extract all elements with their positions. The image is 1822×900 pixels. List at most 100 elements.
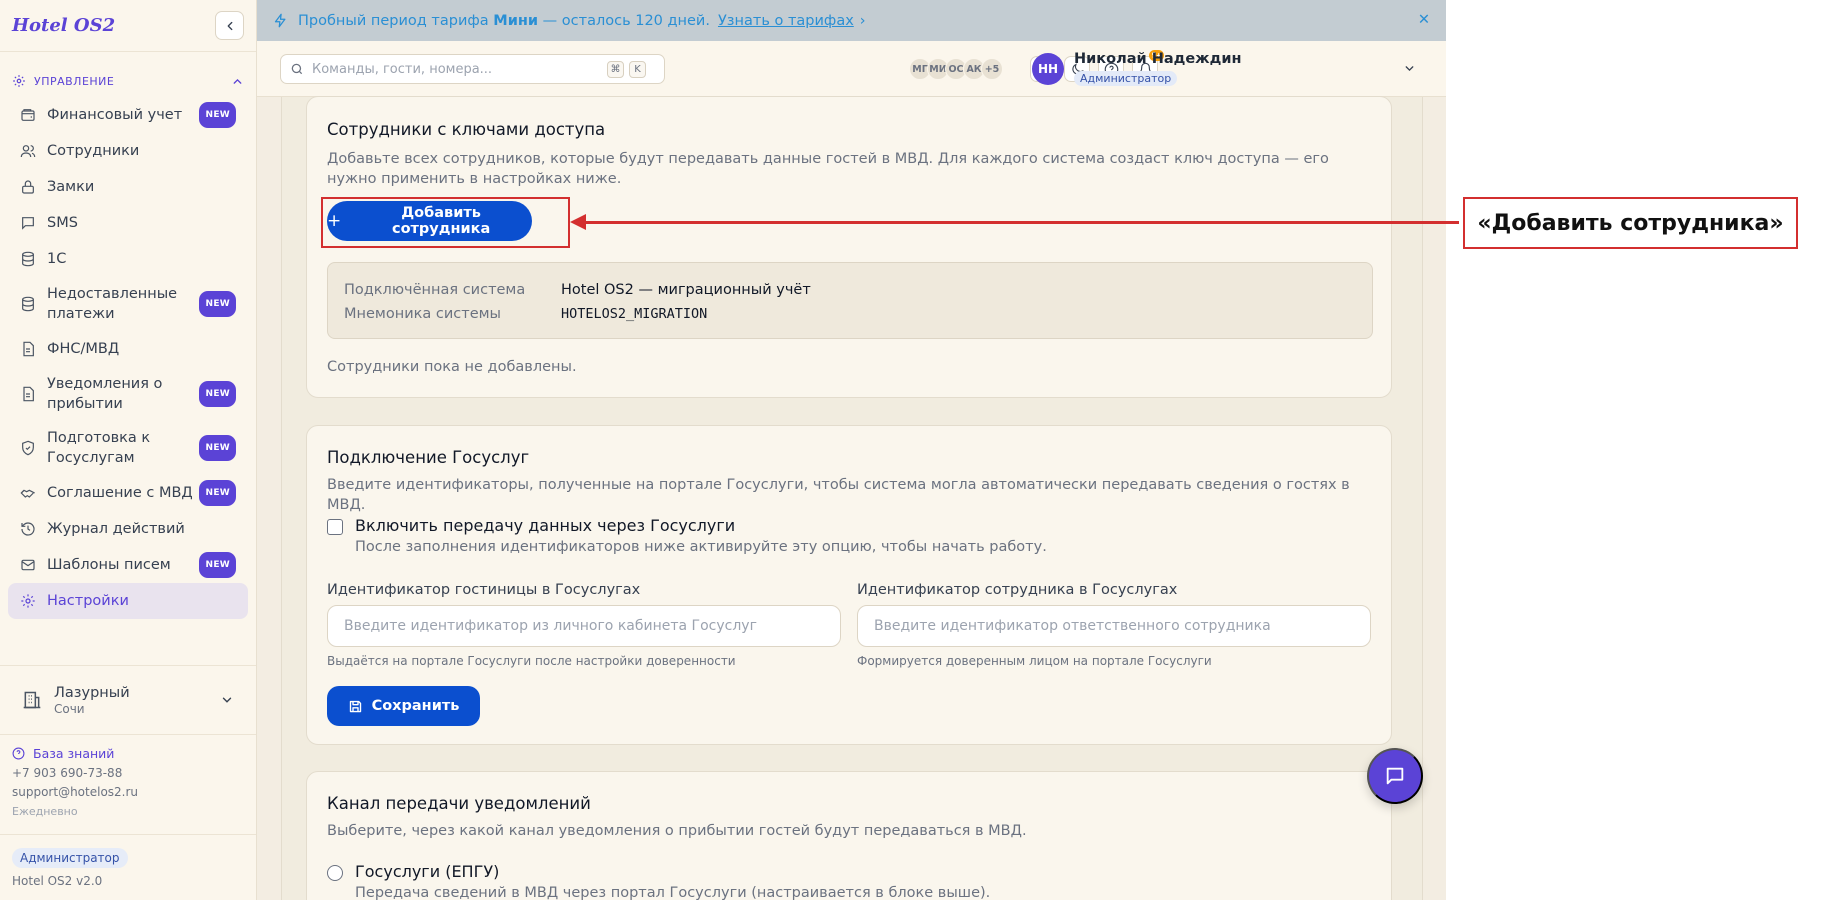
sidebar-item-settings[interactable]: Настройки (8, 583, 248, 619)
system-row-value: HOTELOS2_MIGRATION (561, 306, 708, 322)
save-label: Сохранить (371, 698, 460, 714)
collapse-sidebar-button[interactable] (215, 11, 244, 40)
sidebar-item-undelivered-payments[interactable]: Недоставленные платежи NEW (8, 277, 248, 331)
employee-id-input[interactable] (857, 605, 1371, 647)
hotel-id-field: Идентификатор гостиницы в Госуслугах Выд… (327, 582, 841, 668)
users-icon (20, 145, 36, 158)
channel-option-gosuslugi[interactable]: Госуслуги (ЕПГУ) Передача сведений в МВД… (327, 862, 990, 900)
wallet-icon (21, 109, 35, 121)
support-block: База знаний +7 903 690-73-88 support@hot… (12, 744, 247, 821)
sidebar-item-staff[interactable]: Сотрудники (8, 133, 248, 169)
channel-card-description: Выберите, через какой канал уведомления … (327, 823, 1027, 839)
close-banner-button[interactable]: ✕ (1418, 12, 1430, 28)
gosuslugi-enable-row[interactable]: Включить передачу данных через Госуслуги… (327, 516, 1047, 555)
support-email[interactable]: support@hotelos2.ru (12, 783, 247, 802)
system-row-key: Мнемоника системы (344, 306, 502, 322)
sidebar-item-label: Замки (47, 179, 95, 195)
staff-card-title: Сотрудники с ключами доступа (327, 120, 606, 139)
tariffs-link[interactable]: Узнать о тарифах (718, 13, 854, 29)
callout-label: «Добавить сотрудника» (1463, 197, 1798, 249)
staff-empty-state: Сотрудники пока не добавлены. (327, 359, 577, 375)
message-icon (22, 217, 34, 230)
sidebar-item-label: Подготовка к Госуслугам (47, 430, 151, 466)
knowledge-base-label: База знаний (33, 746, 115, 761)
gosuslugi-card: Подключение Госуслуг Введите идентификат… (306, 425, 1392, 745)
user-role-badge: Администратор (1074, 71, 1178, 86)
sidebar-item-gosuslugi-prep[interactable]: Подготовка к Госуслугам NEW (8, 421, 248, 475)
hotel-switcher[interactable]: Лазурный Сочи (0, 665, 256, 735)
hotel-id-hint: Выдаётся на портале Госуслуги после наст… (327, 654, 736, 668)
gosuslugi-enable-label: Включить передачу данных через Госуслуги (355, 516, 736, 535)
chevron-down-icon[interactable] (1403, 62, 1416, 75)
sidebar-item-1c[interactable]: 1С (8, 241, 248, 277)
app-window: Hotel OS2 УПРАВЛЕНИЕ Финансовый учет NEW… (0, 0, 1446, 900)
employee-id-label: Идентификатор сотрудника в Госуслугах (857, 582, 1178, 598)
sidebar-item-label: Настройки (47, 593, 129, 609)
sidebar-section-title: УПРАВЛЕНИЕ (34, 74, 115, 88)
sidebar-item-fns-mvd[interactable]: ФНС/МВД (8, 331, 248, 367)
user-menu[interactable]: НН Николай Надеждин Администратор (1032, 51, 1242, 86)
user-name: Николай Надеждин (1074, 51, 1242, 67)
new-badge: NEW (199, 102, 236, 128)
avatar-more[interactable]: +5 (981, 58, 1003, 80)
sidebar-item-arrival-notifications[interactable]: Уведомления о прибытии NEW (8, 367, 248, 421)
staff-card-description: Добавьте всех сотрудников, которые будут… (327, 151, 1329, 187)
hotel-name: Лазурный (54, 684, 130, 701)
system-row: Мнемоника системы HOTELOS2_MIGRATION (344, 302, 1356, 326)
chevron-up-icon (233, 78, 242, 84)
channel-option-text: Госуслуги (ЕПГУ) Передача сведений в МВД… (355, 862, 990, 900)
sidebar-item-mvd-agreement[interactable]: Соглашение с МВД NEW (8, 475, 248, 511)
sidebar-item-activity-log[interactable]: Журнал действий (8, 511, 248, 547)
search-input[interactable] (312, 61, 602, 77)
highlight-box (321, 197, 570, 248)
save-icon (349, 700, 361, 712)
gosuslugi-enable-checkbox[interactable] (327, 519, 343, 535)
sidebar-item-label: Соглашение с МВД (47, 485, 193, 501)
app-logo[interactable]: Hotel OS2 (12, 15, 115, 36)
gosuslugi-card-title: Подключение Госуслуг (327, 448, 530, 467)
sidebar-item-locks[interactable]: Замки (8, 169, 248, 205)
sidebar-item-label: 1С (47, 251, 67, 267)
trial-plan: Мини (493, 12, 539, 29)
sidebar-item-label: SMS (47, 215, 78, 231)
user-avatar: НН (1032, 52, 1064, 85)
save-button[interactable]: Сохранить (327, 686, 480, 726)
sidebar-item-label: Уведомления о прибытии (47, 376, 163, 412)
connected-system-box: Подключённая система Hotel OS2 — миграци… (327, 262, 1373, 339)
employee-id-field: Идентификатор сотрудника в Госуслугах Фо… (857, 582, 1371, 668)
callout-arrowhead (570, 214, 586, 230)
gosuslugi-enable-text: Включить передачу данных через Госуслуги… (355, 516, 1047, 555)
sidebar-brand: Hotel OS2 (0, 0, 256, 52)
chat-button[interactable] (1367, 748, 1423, 804)
user-info: Николай Надеждин Администратор (1074, 51, 1242, 86)
system-row: Подключённая система Hotel OS2 — миграци… (344, 278, 1356, 302)
role-badge: Администратор (12, 848, 128, 868)
handshake-icon (20, 489, 35, 498)
channel-radio[interactable] (327, 865, 343, 881)
support-phone[interactable]: +7 903 690-73-88 (12, 764, 247, 783)
lightning-icon (274, 13, 286, 28)
shortcut-key: ⌘ (607, 60, 624, 78)
channel-card-title: Канал передачи уведомлений (327, 794, 591, 813)
sidebar-item-label: Журнал действий (47, 521, 185, 537)
sidebar-item-sms[interactable]: SMS (8, 205, 248, 241)
knowledge-base-link[interactable]: База знаний (12, 744, 247, 763)
sidebar-item-label: Сотрудники (47, 143, 140, 159)
channel-option-label: Госуслуги (ЕПГУ) (355, 862, 500, 881)
search-box[interactable]: ⌘ K (280, 54, 665, 84)
sidebar-section-header[interactable]: УПРАВЛЕНИЕ (0, 69, 256, 93)
shortcut-key: K (629, 60, 646, 78)
sidebar-item-email-templates[interactable]: Шаблоны писем NEW (8, 547, 248, 583)
document-icon (23, 341, 34, 357)
sidebar-item-label: Недоставленные платежи (47, 286, 178, 322)
hotel-id-input[interactable] (327, 605, 841, 647)
online-users[interactable]: МГ МИ ОС АК +5 (909, 58, 1003, 80)
system-row-key: Подключённая система (344, 282, 526, 298)
topbar: ⌘ K МГ МИ ОС АК +5 9+ (257, 41, 1446, 97)
hotel-info: Лазурный Сочи (54, 685, 130, 716)
new-badge: NEW (199, 381, 236, 407)
hotel-city: Сочи (54, 701, 85, 716)
sidebar-item-finance[interactable]: Финансовый учет NEW (8, 97, 248, 133)
employee-id-hint: Формируется доверенным лицом на портале … (857, 654, 1212, 668)
gosuslugi-enable-hint: После заполнения идентификаторов ниже ак… (355, 539, 1047, 555)
